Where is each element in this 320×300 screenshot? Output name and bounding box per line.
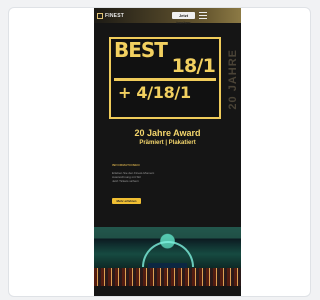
- menu-line: [199, 15, 207, 16]
- preview-card: FINEST Jetzt buchen BEST 18/1 + 4/18/1 2…: [8, 7, 311, 297]
- top-cta-button[interactable]: Jetzt buchen: [172, 12, 195, 25]
- site-logo[interactable]: FINEST: [97, 11, 124, 20]
- mobile-page-preview: FINEST Jetzt buchen BEST 18/1 + 4/18/1 2…: [94, 8, 241, 296]
- vertical-anniversary-text: 20 JAHRE: [227, 49, 239, 110]
- award-subtitle: Prämiert | Plakatiert: [139, 140, 196, 146]
- logo-mark-icon: [97, 12, 103, 19]
- top-navigation-bar: FINEST Jetzt buchen: [94, 8, 241, 25]
- award-title: 20 Jahre Award: [134, 128, 201, 138]
- logo-text: FINEST: [105, 12, 124, 19]
- info-list: Erleben Sie den Finest-Moment Auszeichnu…: [112, 171, 194, 183]
- info-line: Jetzt Tickets sichern: [112, 179, 140, 183]
- hero-best-text: BEST: [114, 38, 168, 62]
- hero-plus-line: + 4/18/1: [118, 83, 191, 102]
- event-hall-image: [94, 227, 241, 286]
- hero-gold-band: [114, 78, 216, 81]
- primary-button[interactable]: Mehr erfahren: [112, 198, 141, 204]
- menu-line: [199, 12, 207, 13]
- section-label: INFORMATIONEN: [112, 163, 140, 167]
- hero-fraction-text: 18/1: [171, 55, 216, 77]
- menu-line: [199, 18, 207, 19]
- hamburger-menu-icon[interactable]: [199, 12, 207, 19]
- award-hero-logo: BEST 18/1 + 4/18/1: [109, 37, 221, 119]
- audience-crowd: [94, 268, 241, 286]
